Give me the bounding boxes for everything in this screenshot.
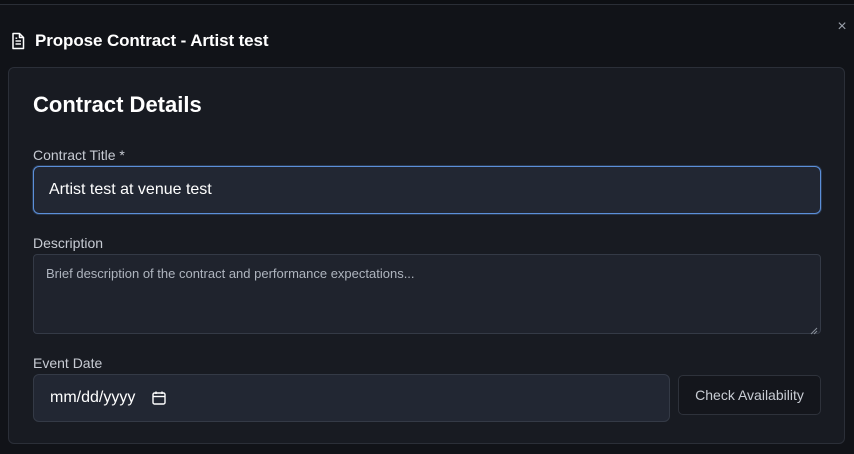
description-textarea[interactable]: Brief description of the contract and pe… [33,254,821,335]
event-date-label: Event Date [33,355,103,371]
description-label: Description [33,235,104,251]
calendar-icon[interactable] [151,390,167,406]
event-date-placeholder: mm/dd/yyyy [50,389,136,406]
description-placeholder: Brief description of the contract and pe… [46,266,415,281]
propose-contract-dialog: Propose Contract - Artist test × Contrac… [0,4,854,454]
resize-grip-icon[interactable] [810,323,818,335]
contract-details-card: Contract Details Contract Title * Artist… [8,67,845,444]
section-title: Contract Details [33,92,202,117]
event-date-input[interactable]: mm/dd/yyyy [33,374,670,422]
dialog-title: Propose Contract - Artist test [35,31,269,50]
close-icon[interactable]: × [834,18,850,35]
dialog-header: Propose Contract - Artist test [9,29,269,53]
contract-title-label: Contract Title * [33,147,125,163]
document-icon [9,32,27,50]
contract-title-input[interactable]: Artist test at venue test [33,166,821,214]
check-availability-button[interactable]: Check Availability [678,375,821,415]
contract-title-value: Artist test at venue test [49,181,212,198]
